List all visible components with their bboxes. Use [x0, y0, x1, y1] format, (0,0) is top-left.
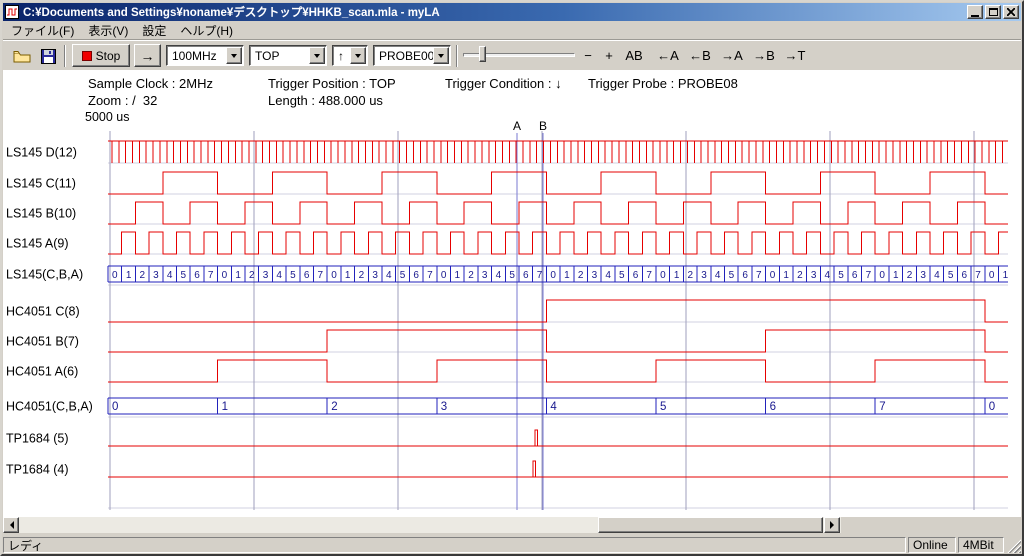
zoom-slider[interactable] [463, 46, 575, 63]
folder-open-icon [13, 49, 32, 63]
waveform-app-icon [5, 5, 19, 19]
maximize-icon [989, 8, 998, 16]
chevron-down-icon [438, 54, 444, 61]
ab-button[interactable]: AB [621, 45, 647, 66]
zoom-in-button[interactable]: + [600, 45, 618, 66]
stop-square-icon [82, 51, 92, 61]
arrow-left-icon [6, 521, 14, 529]
trigger-position-dropdown-button[interactable] [309, 47, 325, 64]
title-bar[interactable]: C:¥Documents and Settings¥noname¥デスクトップ¥… [3, 3, 1021, 21]
toolbar-separator [64, 45, 66, 67]
horizontal-scrollbar[interactable] [3, 517, 841, 533]
set-cursor-a-button[interactable]: →A [717, 45, 747, 66]
trigger-position-value: TOP [255, 49, 279, 63]
trigger-condition-info: Trigger Condition : ↓ [445, 76, 562, 91]
maximize-button[interactable] [985, 5, 1001, 19]
chevron-down-icon [355, 54, 361, 61]
close-icon [1007, 8, 1015, 16]
save-file-button[interactable] [36, 45, 60, 67]
goto-cursor-a-button[interactable]: ←A [653, 45, 683, 66]
trigger-edge-select[interactable]: ↑ [332, 45, 368, 66]
scroll-right-button[interactable] [824, 517, 840, 533]
scroll-left-button[interactable] [3, 517, 19, 533]
open-file-button[interactable] [10, 45, 34, 67]
chevron-down-icon [231, 54, 237, 61]
trigger-probe-info: Trigger Probe : PROBE08 [588, 76, 738, 91]
sample-clock-value: 100MHz [172, 49, 217, 63]
menu-settings[interactable]: 設定 [135, 21, 173, 40]
waveform-client-area [3, 70, 1021, 517]
status-bar: レディ Online 4MBit [3, 537, 1021, 553]
menu-help[interactable]: ヘルプ(H) [173, 21, 240, 40]
stop-button[interactable]: Stop [72, 44, 130, 67]
probe-value: PROBE00 [379, 49, 434, 63]
goto-trigger-button[interactable]: →T [781, 45, 809, 66]
chevron-down-icon [314, 54, 320, 61]
menu-file[interactable]: ファイル(F) [4, 21, 81, 40]
resize-grip[interactable] [1006, 537, 1021, 553]
probe-select[interactable]: PROBE00 [373, 45, 451, 66]
trigger-position-select[interactable]: TOP [249, 45, 327, 66]
trigger-edge-value: ↑ [338, 49, 344, 63]
toolbar-separator [456, 45, 458, 67]
menu-view[interactable]: 表示(V) [81, 21, 135, 40]
length-info: Length : 488.000 us [268, 93, 383, 108]
stop-label: Stop [96, 49, 121, 63]
status-ready: レディ [3, 537, 906, 553]
zoom-slider-thumb[interactable] [479, 46, 486, 62]
sample-clock-info: Sample Clock : 2MHz [88, 76, 213, 91]
sample-clock-select[interactable]: 100MHz [166, 45, 244, 66]
status-memory-badge: 4MBit [958, 537, 1004, 553]
minimize-icon [971, 15, 979, 17]
status-online-badge: Online [908, 537, 956, 553]
toolbar: Stop → 100MHz TOP ↑ PROBE00 − + AB ←A ←B… [3, 39, 1021, 70]
window-title: C:¥Documents and Settings¥noname¥デスクトップ¥… [23, 4, 440, 20]
trigger-position-info: Trigger Position : TOP [268, 76, 396, 91]
floppy-disk-icon [41, 49, 56, 64]
close-button[interactable] [1003, 5, 1019, 19]
zoom-out-button[interactable]: − [579, 45, 597, 66]
sample-clock-dropdown-button[interactable] [226, 47, 242, 64]
run-button[interactable]: → [134, 44, 161, 67]
probe-dropdown-button[interactable] [433, 47, 449, 64]
set-cursor-b-button[interactable]: →B [749, 45, 779, 66]
trigger-edge-dropdown-button[interactable] [350, 47, 366, 64]
zoom-info: Zoom : / 32 [88, 93, 157, 108]
scrollbar-thumb[interactable] [598, 517, 823, 533]
menu-bar: ファイル(F) 表示(V) 設定 ヘルプ(H) [3, 21, 1021, 39]
arrow-right-icon [830, 521, 838, 529]
minimize-button[interactable] [967, 5, 983, 19]
goto-cursor-b-button[interactable]: ←B [685, 45, 715, 66]
run-arrow-icon: → [141, 48, 155, 64]
